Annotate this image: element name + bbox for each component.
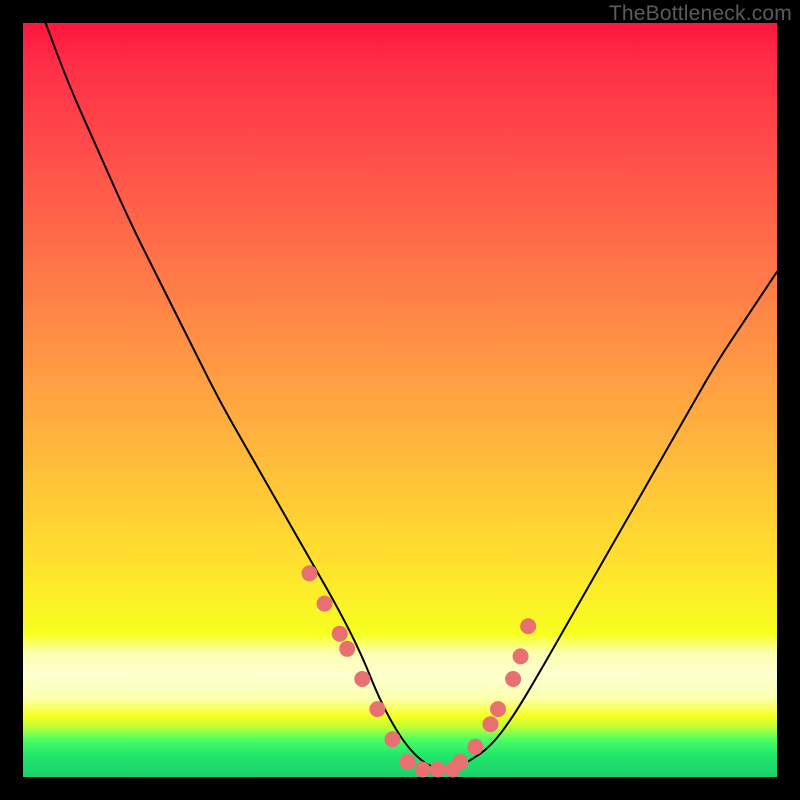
highlight-dot	[505, 671, 521, 687]
chart-overlay	[23, 23, 777, 777]
highlight-dot	[332, 626, 348, 642]
highlight-dot	[302, 565, 318, 581]
highlight-dot	[452, 754, 468, 770]
highlight-dot	[520, 618, 536, 634]
highlight-dot	[467, 739, 483, 755]
highlight-dot	[339, 641, 355, 657]
highlight-dot	[513, 648, 529, 664]
bottleneck-curve	[46, 23, 777, 770]
highlight-dot	[369, 701, 385, 717]
highlight-dot	[415, 762, 431, 778]
highlight-dot	[385, 731, 401, 747]
highlight-dot	[483, 716, 499, 732]
highlight-dot	[430, 762, 446, 778]
chart-frame: TheBottleneck.com	[0, 0, 800, 800]
highlight-dot	[400, 754, 416, 770]
highlight-dot	[317, 596, 333, 612]
watermark-text: TheBottleneck.com	[609, 2, 792, 26]
highlight-dot	[490, 701, 506, 717]
highlight-dot	[354, 671, 370, 687]
chart-plot-area	[23, 23, 777, 777]
highlight-dots-group	[302, 565, 537, 777]
